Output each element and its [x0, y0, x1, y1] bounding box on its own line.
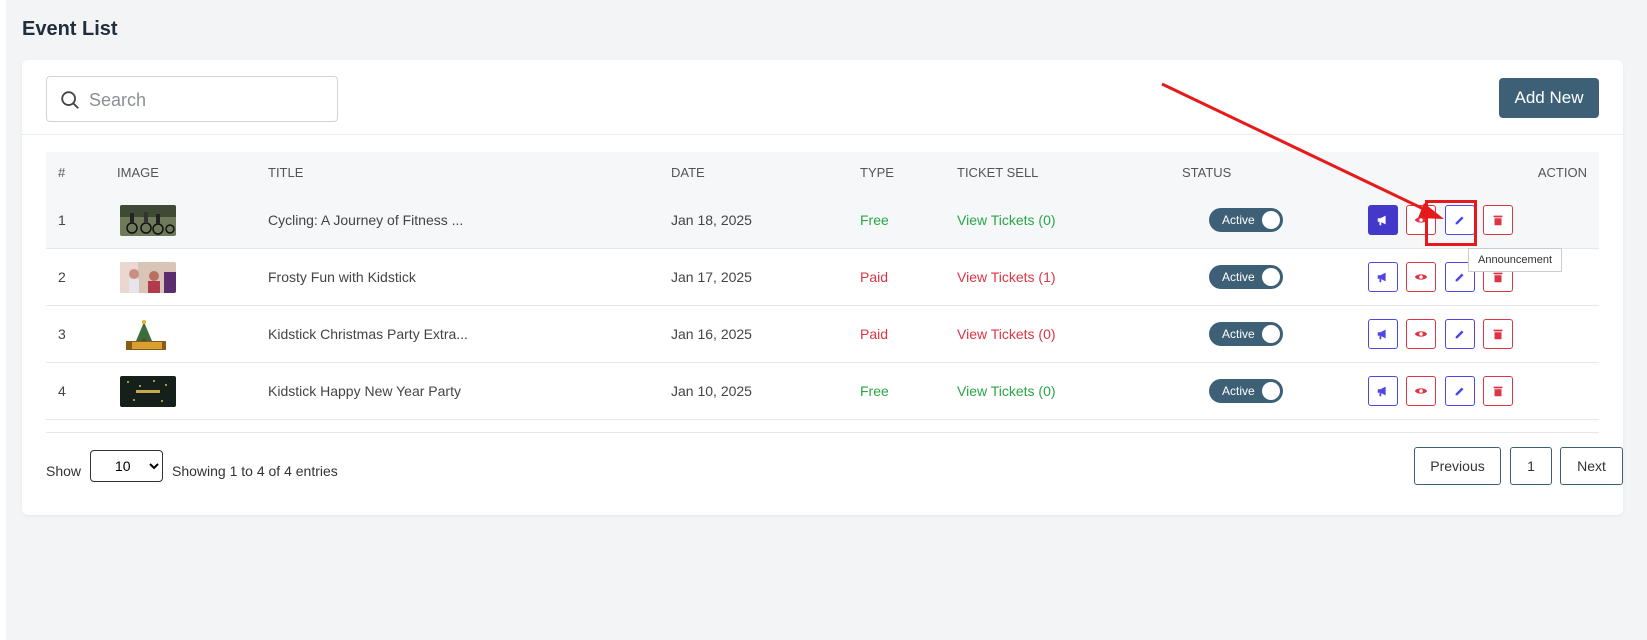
pencil-icon: [1455, 330, 1464, 339]
showing-entries-text: Showing 1 to 4 of 4 entries: [172, 463, 338, 479]
show-label: Show: [46, 463, 82, 479]
row-type: Paid: [860, 326, 889, 342]
eye-icon: [1414, 331, 1428, 337]
annotation-highlight-box: [1425, 200, 1477, 246]
table-footer: Show 10 25 50 100 Showing 1 to 4 of 4 en…: [46, 432, 1623, 513]
view-button[interactable]: [1406, 262, 1436, 292]
megaphone-icon: [1377, 329, 1386, 340]
trash-icon: [1493, 272, 1503, 283]
view-tickets-link[interactable]: View Tickets (1): [957, 269, 1056, 285]
previous-page-button[interactable]: Previous: [1414, 447, 1501, 485]
status-toggle[interactable]: Active: [1209, 322, 1283, 346]
announcement-button[interactable]: [1368, 262, 1398, 292]
event-thumbnail: [120, 376, 176, 407]
row-type: Paid: [860, 269, 889, 285]
row-title: Kidstick Christmas Party Extra...: [268, 326, 468, 342]
table-row: 4 Kidstick Happy New Year Party Jan 10, …: [46, 363, 1599, 420]
announcement-button[interactable]: [1368, 376, 1398, 406]
delete-button[interactable]: [1483, 319, 1513, 349]
header-image: IMAGE: [117, 165, 159, 180]
status-toggle[interactable]: Active: [1209, 265, 1283, 289]
eye-icon: [1414, 274, 1428, 280]
row-title: Cycling: A Journey of Fitness ...: [268, 212, 464, 228]
toggle-knob: [1262, 268, 1280, 286]
view-tickets-link[interactable]: View Tickets (0): [957, 383, 1056, 399]
row-title: Frosty Fun with Kidstick: [268, 269, 416, 285]
events-table: # IMAGE TITLE DATE TYPE TICKET SELL STAT…: [46, 152, 1599, 420]
delete-button[interactable]: [1483, 376, 1513, 406]
page-title: Event List: [22, 18, 118, 40]
table-row: 1 Cycling: A Journey of Fitness ... Jan …: [46, 192, 1599, 249]
pencil-icon: [1455, 387, 1464, 396]
status-label: Active: [1222, 213, 1255, 227]
row-date: Jan 17, 2025: [671, 269, 752, 285]
view-button[interactable]: [1406, 319, 1436, 349]
announcement-tooltip: Announcement: [1468, 248, 1562, 272]
event-thumbnail: [120, 262, 176, 293]
status-label: Active: [1222, 384, 1255, 398]
view-tickets-link[interactable]: View Tickets (0): [957, 212, 1056, 228]
status-label: Active: [1222, 327, 1255, 341]
page-size-select[interactable]: 10 25 50 100: [90, 450, 163, 482]
table-row: 2 Frosty Fun with Kidstick Jan 17, 2025 …: [46, 249, 1599, 306]
view-tickets-link[interactable]: View Tickets (0): [957, 326, 1056, 342]
trash-icon: [1493, 386, 1503, 397]
page-number-button[interactable]: 1: [1510, 447, 1552, 485]
status-toggle[interactable]: Active: [1209, 379, 1283, 403]
header-title[interactable]: TITLE: [268, 165, 303, 180]
card-header: Add New: [22, 60, 1623, 135]
row-index: 4: [58, 383, 66, 399]
status-label: Active: [1222, 270, 1255, 284]
event-list-card: Add New # IMAGE TITLE DATE TYPE TICKET S…: [22, 60, 1623, 515]
toggle-knob: [1262, 211, 1280, 229]
row-date: Jan 16, 2025: [671, 326, 752, 342]
add-new-button[interactable]: Add New: [1499, 78, 1599, 118]
row-type: Free: [860, 212, 889, 228]
row-index: 1: [58, 212, 66, 228]
header-ticket-sell: TICKET SELL: [957, 165, 1039, 180]
table-header: # IMAGE TITLE DATE TYPE TICKET SELL STAT…: [46, 152, 1599, 192]
view-button[interactable]: [1406, 376, 1436, 406]
row-index: 3: [58, 326, 66, 342]
megaphone-icon: [1377, 272, 1386, 283]
event-thumbnail: [120, 205, 176, 236]
pencil-icon: [1455, 273, 1464, 282]
header-type[interactable]: TYPE: [860, 165, 894, 180]
event-thumbnail: [120, 319, 176, 350]
edit-button[interactable]: [1445, 319, 1475, 349]
megaphone-icon: [1377, 215, 1386, 226]
toggle-knob: [1262, 382, 1280, 400]
delete-button[interactable]: [1483, 205, 1513, 235]
header-status[interactable]: STATUS: [1182, 165, 1231, 180]
row-type: Free: [860, 383, 889, 399]
header-index: #: [58, 165, 66, 180]
eye-icon: [1414, 388, 1428, 394]
announcement-button[interactable]: [1368, 319, 1398, 349]
megaphone-icon: [1377, 386, 1386, 397]
row-date: Jan 10, 2025: [671, 383, 752, 399]
row-title: Kidstick Happy New Year Party: [268, 383, 461, 399]
announcement-button[interactable]: [1368, 205, 1398, 235]
trash-icon: [1493, 329, 1503, 340]
header-date[interactable]: DATE: [671, 165, 705, 180]
search-icon: [61, 91, 79, 109]
header-action: ACTION: [1537, 165, 1587, 180]
next-page-button[interactable]: Next: [1560, 447, 1623, 485]
table-row: 3 Kidstick Christmas Party Extra... Jan …: [46, 306, 1599, 363]
row-index: 2: [58, 269, 66, 285]
status-toggle[interactable]: Active: [1209, 208, 1283, 232]
search-box[interactable]: [46, 76, 338, 122]
trash-icon: [1493, 215, 1503, 226]
search-input[interactable]: [87, 85, 331, 115]
toggle-knob: [1262, 325, 1280, 343]
edit-button[interactable]: [1445, 376, 1475, 406]
row-date: Jan 18, 2025: [671, 212, 752, 228]
